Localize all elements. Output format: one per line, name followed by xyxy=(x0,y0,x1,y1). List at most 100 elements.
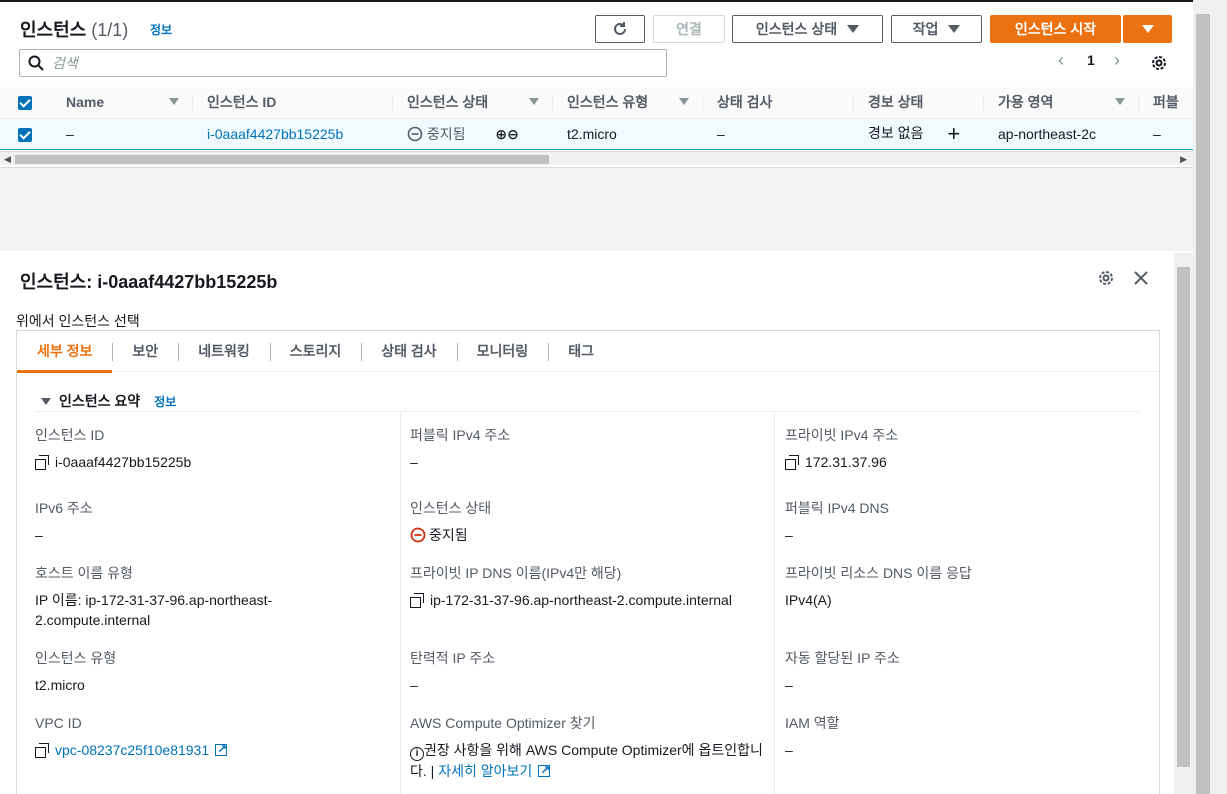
instance-count: (1/1) xyxy=(91,20,129,40)
column-header[interactable]: 상태 검사 xyxy=(703,87,854,119)
field-public-dns: 퍼블릭 IPv4 DNS – xyxy=(785,500,889,543)
cell-public: – xyxy=(1139,117,1193,150)
cell-instance-id[interactable]: i-0aaaf4427bb15225b xyxy=(193,117,393,150)
instance-state-button[interactable]: 인스턴스 상태 xyxy=(732,15,883,43)
field-iam-role: IAM 역할 – xyxy=(785,715,840,758)
field-public-ipv4: 퍼블릭 IPv4 주소 – xyxy=(410,427,511,470)
scroll-thumb[interactable] xyxy=(15,155,549,164)
instances-list-panel: 인스턴스 (1/1) 정보 연결 인스턴스 상태 작업 인스턴스 시작 ‹ 1 … xyxy=(0,0,1193,167)
select-all-checkbox[interactable] xyxy=(0,87,52,119)
empty-area xyxy=(0,167,1193,251)
cell-status-check: – xyxy=(703,117,854,150)
field-vpc-id: VPC ID vpc-08237c25f10e81931 xyxy=(35,714,395,760)
cell-type: t2.micro xyxy=(553,117,703,150)
tab-networking[interactable]: 네트워킹 xyxy=(178,331,270,372)
field-auto-ip: 자동 할당된 IP 주소 – xyxy=(785,650,900,693)
select-hint: 위에서 인스턴스 선택 xyxy=(16,313,140,329)
connect-button[interactable]: 연결 xyxy=(653,15,725,43)
caret-down-icon xyxy=(948,25,961,33)
panel-settings-gear-icon[interactable] xyxy=(1097,269,1115,287)
table-row[interactable]: – i-0aaaf4427bb15225b 중지됨 ⊕⊖ t2.micro – … xyxy=(0,117,1193,150)
column-header[interactable]: 인스턴스 유형 xyxy=(553,87,703,119)
column-header[interactable]: 가용 영역 xyxy=(984,87,1139,119)
tab-monitoring[interactable]: 모니터링 xyxy=(456,331,549,372)
column-header[interactable]: 인스턴스 상태 xyxy=(393,87,553,119)
zoom-icons[interactable]: ⊕⊖ xyxy=(495,126,518,142)
caret-down-icon xyxy=(847,25,860,33)
scroll-thumb[interactable] xyxy=(1177,267,1190,767)
search-input[interactable] xyxy=(52,55,632,71)
detail-title: 인스턴스: i-0aaaf4427bb15225b xyxy=(20,272,278,292)
cell-az: ap-northeast-2c xyxy=(984,117,1139,150)
detail-tabs: 세부 정보 보안 네트워킹 스토리지 상태 검사 모니터링 태그 xyxy=(16,330,1160,373)
column-header[interactable]: 인스턴스 ID xyxy=(193,87,393,119)
cell-alarm: 경보 없음 + xyxy=(854,117,984,150)
field-private-dns: 프라이빗 IP DNS 이름(IPv4만 해당) ip-172-31-37-96… xyxy=(410,565,732,608)
caret-down-icon xyxy=(41,397,51,405)
alarm-text: 경보 없음 xyxy=(868,124,924,141)
launch-instance-button[interactable]: 인스턴스 시작 xyxy=(990,15,1121,43)
divider xyxy=(35,411,1139,412)
next-page-icon[interactable]: › xyxy=(1114,50,1120,71)
cell-name: – xyxy=(52,117,193,150)
scroll-thumb[interactable] xyxy=(1196,14,1210,794)
launch-dropdown-button[interactable] xyxy=(1123,15,1172,43)
summary-header[interactable]: 인스턴스 요약 정보 xyxy=(41,391,176,411)
summary-title: 인스턴스 요약 xyxy=(59,393,141,409)
learn-more-link[interactable]: 자세히 알아보기 xyxy=(438,760,550,780)
column-header[interactable]: 퍼블 xyxy=(1139,87,1193,119)
state-text: 중지됨 xyxy=(426,125,466,142)
row-checkbox[interactable] xyxy=(0,117,52,150)
copy-icon[interactable] xyxy=(785,455,799,470)
stopped-icon xyxy=(410,527,426,543)
page-title: 인스턴스 (1/1) xyxy=(20,16,128,42)
search-icon xyxy=(28,55,44,71)
info-link[interactable]: 정보 xyxy=(150,21,172,38)
instance-state-label: 인스턴스 상태 xyxy=(755,21,838,37)
prev-page-icon[interactable]: ‹ xyxy=(1058,50,1064,71)
external-link-icon xyxy=(538,760,550,780)
actions-button[interactable]: 작업 xyxy=(891,15,982,43)
add-alarm-icon[interactable]: + xyxy=(947,121,960,146)
tab-tags[interactable]: 태그 xyxy=(548,331,614,372)
tab-security[interactable]: 보안 xyxy=(112,331,178,372)
vpc-link[interactable]: vpc-08237c25f10e81931 xyxy=(55,739,227,760)
column-header[interactable]: 경보 상태 xyxy=(854,87,984,119)
field-private-ipv4: 프라이빗 IPv4 주소 172.31.37.96 xyxy=(785,427,899,470)
summary-info-link[interactable]: 정보 xyxy=(154,393,176,410)
copy-icon[interactable] xyxy=(35,455,49,470)
field-hostname-type: 호스트 이름 유형 IP 이름: ip-172-31-37-96.ap-nort… xyxy=(35,565,273,628)
settings-gear-icon[interactable] xyxy=(1150,54,1168,72)
page-number[interactable]: 1 xyxy=(1087,52,1095,68)
external-link-icon xyxy=(215,739,227,759)
instances-table: Name 인스턴스 ID 인스턴스 상태 인스턴스 유형 상태 검사 경보 상태… xyxy=(0,87,1193,150)
summary-box: 인스턴스 요약 정보 인스턴스 ID i-0aaaf4427bb15225b I… xyxy=(16,371,1160,794)
copy-icon[interactable] xyxy=(35,743,49,758)
cell-state: 중지됨 ⊕⊖ xyxy=(393,117,553,150)
field-compute-optimizer: AWS Compute Optimizer 찾기 i 권장 사항을 위해 AWS … xyxy=(410,714,765,781)
title-text: 인스턴스 xyxy=(20,20,87,40)
horizontal-scrollbar[interactable]: ◀ ▶ xyxy=(0,151,1193,165)
tab-storage[interactable]: 스토리지 xyxy=(269,331,362,372)
actions-label: 작업 xyxy=(912,21,939,37)
scroll-right-icon[interactable]: ▶ xyxy=(1180,154,1187,165)
field-ipv6: IPv6 주소 – xyxy=(35,500,93,543)
scroll-left-icon[interactable]: ◀ xyxy=(4,154,11,165)
close-icon[interactable] xyxy=(1133,270,1149,286)
refresh-button[interactable] xyxy=(595,15,645,43)
details-panel: 인스턴스: i-0aaaf4427bb15225b 위에서 인스턴스 선택 세부… xyxy=(0,253,1174,794)
field-instance-type: 인스턴스 유형 t2.micro xyxy=(35,650,117,693)
search-field[interactable] xyxy=(19,49,667,77)
copy-icon[interactable] xyxy=(410,593,424,608)
tab-status-checks[interactable]: 상태 검사 xyxy=(361,331,456,372)
column-divider xyxy=(774,412,775,794)
detail-scrollbar[interactable] xyxy=(1174,253,1193,794)
page-scrollbar[interactable] xyxy=(1193,0,1227,794)
field-resource-dns: 프라이빗 리소스 DNS 이름 응답 IPv4(A) xyxy=(785,565,972,608)
field-instance-id: 인스턴스 ID i-0aaaf4427bb15225b xyxy=(35,427,192,470)
column-header[interactable]: Name xyxy=(52,87,193,119)
table-header-row: Name 인스턴스 ID 인스턴스 상태 인스턴스 유형 상태 검사 경보 상태… xyxy=(0,87,1193,119)
tab-details[interactable]: 세부 정보 xyxy=(17,331,113,373)
field-elastic-ip: 탄력적 IP 주소 – xyxy=(410,650,496,693)
stopped-icon xyxy=(407,126,423,141)
